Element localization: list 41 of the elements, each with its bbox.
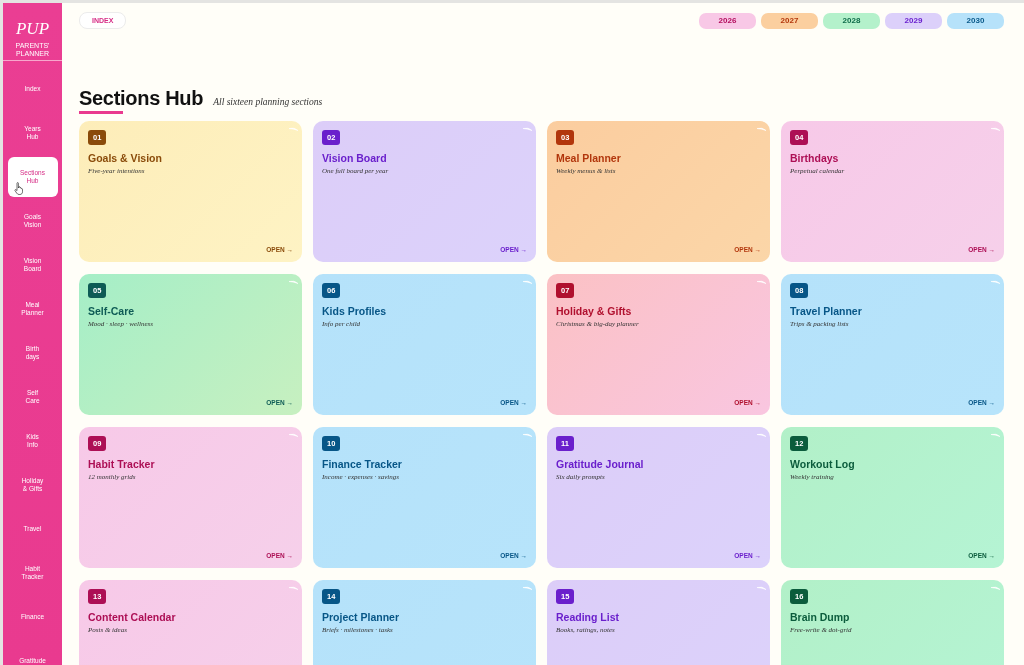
shine-icon	[991, 127, 1000, 131]
shine-icon	[523, 433, 532, 437]
section-title: Project Planner	[322, 611, 400, 623]
year-button[interactable]: 2028	[823, 12, 880, 29]
hand-cursor-icon	[13, 182, 24, 196]
shine-icon	[523, 280, 532, 284]
year-button[interactable]: 2029	[885, 12, 942, 29]
section-title: Workout Log	[790, 458, 855, 470]
section-title: Meal Planner	[556, 152, 621, 164]
year-button[interactable]: 2027	[761, 12, 818, 29]
page-title: Sections Hub	[79, 87, 204, 114]
shine-icon	[757, 280, 766, 284]
section-title: Goals & Vision	[88, 152, 162, 164]
section-title: Content Calendar	[88, 611, 176, 623]
shine-icon	[991, 586, 1000, 590]
section-title: Kids Profiles	[322, 305, 387, 317]
section-title: Holiday & Gifts	[556, 305, 632, 317]
shine-icon	[523, 127, 532, 131]
logo: PUP	[15, 19, 49, 39]
shine-icon	[991, 280, 1000, 284]
section-title: Finance Tracker	[322, 458, 402, 470]
year-button[interactable]: 2030	[947, 12, 1004, 29]
section-title: Self-Care	[88, 305, 135, 317]
shine-icon	[289, 280, 298, 284]
shine-icon	[757, 433, 766, 437]
shine-icon	[289, 433, 298, 437]
section-title: Travel Planner	[790, 305, 862, 317]
shine-icon	[991, 433, 1000, 437]
section-title: Habit Tracker	[88, 458, 155, 470]
year-button[interactable]: 2026	[699, 12, 756, 29]
section-title: Brain Dump	[790, 611, 850, 623]
shine-icon	[757, 586, 766, 590]
section-title: Reading List	[556, 611, 619, 623]
section-title: Birthdays	[790, 152, 839, 164]
shine-icon	[757, 127, 766, 131]
page-subtitle: All sixteen planning sections	[213, 97, 323, 107]
shine-icon	[289, 127, 298, 131]
shine-icon	[523, 586, 532, 590]
shine-icon	[289, 586, 298, 590]
section-title: Vision Board	[322, 152, 387, 164]
section-title: Gratitude Journal	[556, 458, 644, 470]
